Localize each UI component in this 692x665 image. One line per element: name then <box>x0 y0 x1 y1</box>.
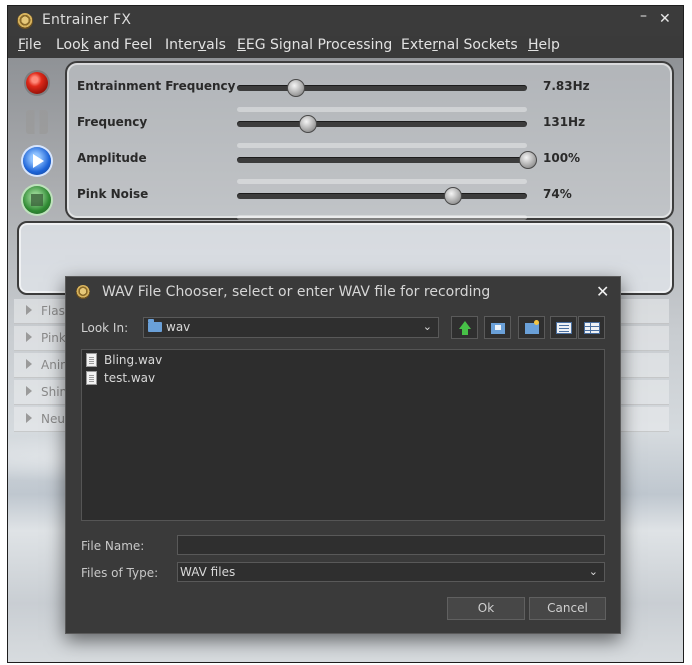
file-name: Bling.wav <box>104 353 163 367</box>
entrainment-frequency-slider[interactable] <box>237 79 527 97</box>
chevron-right-icon <box>26 332 32 342</box>
slider-row-amplitude: Amplitude 100% <box>67 141 672 184</box>
slider-value: 7.83Hz <box>543 79 590 93</box>
up-arrow-icon <box>459 321 471 335</box>
slider-panel: Entrainment Frequency 7.83Hz Frequency 1… <box>65 61 674 220</box>
slider-value: 100% <box>543 151 581 165</box>
file-icon <box>86 353 97 367</box>
menu-help[interactable]: Help <box>528 36 560 54</box>
slider-reflection <box>237 215 527 220</box>
dialog-title: WAV File Chooser, select or enter WAV fi… <box>102 284 491 300</box>
files-of-type-dropdown[interactable]: WAV files ⌄ <box>177 562 605 582</box>
slider-row-entrainment-frequency: Entrainment Frequency 7.83Hz <box>67 69 672 112</box>
frequency-slider[interactable] <box>237 115 527 133</box>
minimize-button[interactable]: – <box>640 8 647 24</box>
details-view-button[interactable] <box>578 316 605 339</box>
menu-file[interactable]: File <box>18 36 41 54</box>
dialog-close-button[interactable]: ✕ <box>596 282 609 301</box>
wav-file-chooser-dialog: WAV File Chooser, select or enter WAV fi… <box>65 276 621 634</box>
app-logo-icon <box>17 13 33 29</box>
cancel-button[interactable]: Cancel <box>529 597 606 620</box>
play-icon[interactable] <box>23 147 51 175</box>
details-view-icon <box>584 322 600 334</box>
file-name: test.wav <box>104 371 156 385</box>
panel-label: Flas <box>41 304 65 318</box>
close-button[interactable]: ✕ <box>659 11 671 27</box>
file-name-field[interactable] <box>177 535 605 555</box>
stop-icon[interactable] <box>23 186 51 214</box>
slider-thumb[interactable] <box>443 187 462 205</box>
look-in-label: Look In: <box>81 321 129 335</box>
slider-label: Frequency <box>77 115 148 129</box>
slider-row-pink-noise: Pink Noise 74% <box>67 177 672 220</box>
menu-external-sockets[interactable]: External Sockets <box>401 36 518 54</box>
file-icon <box>86 371 97 385</box>
look-in-value: wav <box>166 320 191 334</box>
home-button[interactable] <box>484 316 511 339</box>
app-logo-icon <box>76 285 90 299</box>
title-bar: Entrainer FX – ✕ <box>8 6 683 36</box>
chevron-right-icon <box>26 305 32 315</box>
list-view-icon <box>556 322 572 334</box>
files-of-type-value: WAV files <box>180 565 236 579</box>
panel-label: Neu <box>41 412 65 426</box>
new-folder-icon <box>525 320 539 334</box>
slider-value: 131Hz <box>543 115 586 129</box>
slider-row-frequency: Frequency 131Hz <box>67 105 672 148</box>
panel-label: Shin <box>41 385 68 399</box>
files-of-type-label: Files of Type: <box>81 566 159 580</box>
chevron-right-icon <box>26 413 32 423</box>
slider-thumb[interactable] <box>287 79 305 97</box>
menu-eeg-signal-processing[interactable]: EEG Signal Processing <box>237 36 392 54</box>
file-list: Bling.wav test.wav <box>81 349 605 521</box>
panel-label: Pink <box>41 331 66 345</box>
home-folder-icon <box>491 323 505 334</box>
panel-label: Anin <box>41 358 68 372</box>
chevron-down-icon: ⌄ <box>422 320 432 333</box>
pink-noise-slider[interactable] <box>237 187 527 205</box>
slider-label: Pink Noise <box>77 187 149 201</box>
file-name-label: File Name: <box>81 539 145 553</box>
chevron-right-icon <box>26 386 32 396</box>
record-icon[interactable] <box>26 72 48 94</box>
slider-thumb[interactable] <box>519 151 537 169</box>
menu-look-and-feel[interactable]: Look and Feel <box>56 36 152 54</box>
chevron-down-icon: ⌄ <box>588 565 598 578</box>
folder-icon <box>148 319 162 332</box>
window-title: Entrainer FX <box>42 12 132 28</box>
new-folder-button[interactable] <box>518 316 545 339</box>
slider-label: Amplitude <box>77 151 147 165</box>
look-in-dropdown[interactable]: wav ⌄ <box>143 317 439 338</box>
menu-bar: File Look and Feel Intervals EEG Signal … <box>8 36 683 58</box>
amplitude-slider[interactable] <box>237 151 537 169</box>
list-view-button[interactable] <box>550 316 577 339</box>
chevron-right-icon <box>26 359 32 369</box>
menu-intervals[interactable]: Intervals <box>165 36 226 54</box>
pause-icon[interactable] <box>26 110 48 134</box>
up-one-level-button[interactable] <box>451 316 478 339</box>
ok-button[interactable]: Ok <box>447 597 525 620</box>
slider-thumb[interactable] <box>298 115 317 133</box>
slider-value: 74% <box>543 187 572 201</box>
slider-label: Entrainment Frequency <box>77 79 236 93</box>
